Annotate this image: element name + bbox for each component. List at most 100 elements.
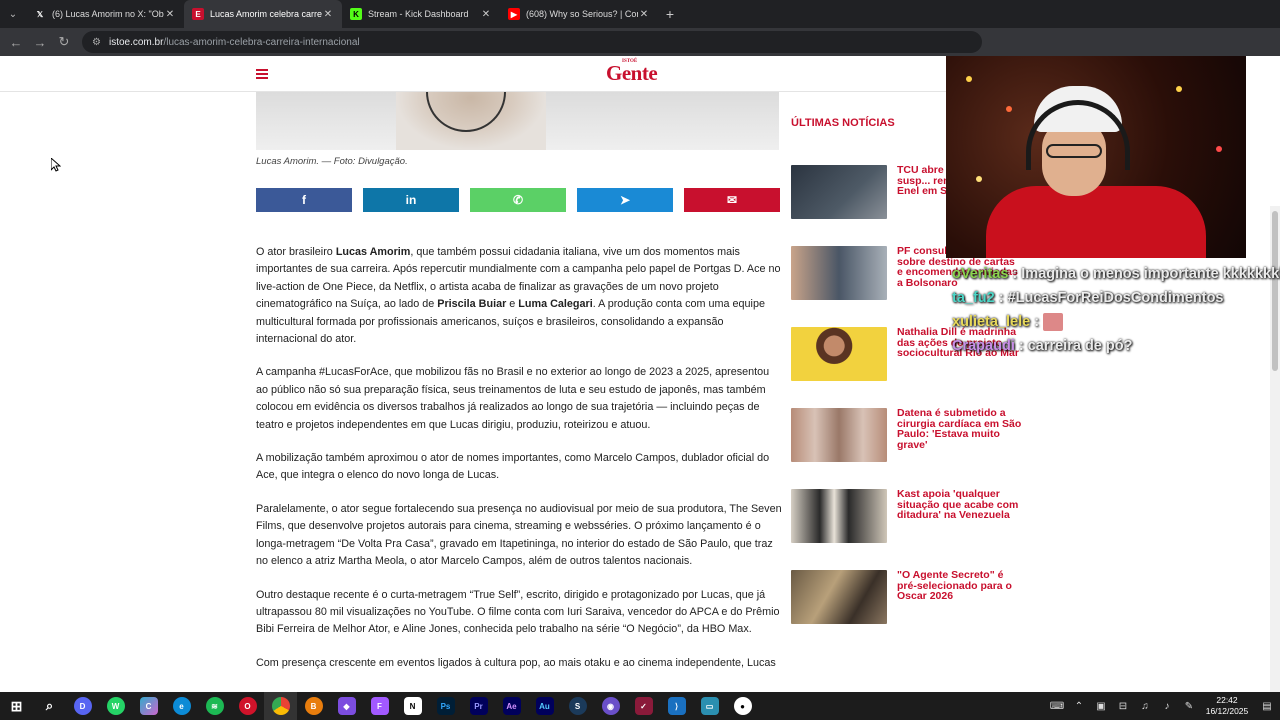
tab-title: (6) Lucas Amorim no X: "Obrig <box>52 9 164 19</box>
decor-light <box>966 76 972 82</box>
share-telegram-button[interactable]: ➤ <box>577 188 673 212</box>
blender-icon[interactable]: B <box>297 692 330 720</box>
steam-icon[interactable]: S <box>561 692 594 720</box>
kick-icon: K <box>350 8 362 20</box>
chevron-up-icon[interactable]: ⌃ <box>1068 701 1090 712</box>
chat-user: Crapaudi <box>952 338 1015 354</box>
network-icon[interactable]: ⊟ <box>1112 701 1134 712</box>
edge-icon[interactable]: e <box>165 692 198 720</box>
paragraph: Outro destaque recente é o curta-metrage… <box>256 588 780 636</box>
logo-small: ISTOÉ <box>622 59 638 64</box>
forward-icon[interactable]: → <box>28 35 52 50</box>
chat-message: oVeritas: Imagina o menos importante kkk… <box>952 262 1280 286</box>
close-icon[interactable]: ✕ <box>480 9 492 20</box>
web-page: ISTOÉ Gente Lucas Amorim. — Foto: Divulga… <box>0 56 1280 692</box>
files-icon[interactable]: ▭ <box>693 692 726 720</box>
tab-kick[interactable]: K Stream - Kick Dashboard ✕ <box>342 0 500 28</box>
link-priscila-buiar[interactable]: Priscila Buiar <box>437 298 506 310</box>
photo-caption: Lucas Amorim. — Foto: Divulgação. <box>256 156 408 167</box>
paragraph: Com presença crescente em eventos ligado… <box>256 656 776 669</box>
tab-title: Lucas Amorim celebra carreira i <box>210 9 322 19</box>
site-logo[interactable]: ISTOÉ Gente <box>606 59 658 86</box>
obs-icon[interactable]: ◉ <box>594 692 627 720</box>
obsidian-icon[interactable]: ◆ <box>330 692 363 720</box>
vscode-icon[interactable]: ⟩ <box>660 692 693 720</box>
decor-light <box>1216 146 1222 152</box>
copilot-icon[interactable]: C <box>132 692 165 720</box>
github-icon[interactable]: ● <box>726 692 759 720</box>
system-tray: ⌨ ⌃ ▣ ⊟ ♫ ♪ ✎ 22:42 16/12/2025 ▤ <box>1046 692 1280 720</box>
site-info-icon[interactable]: ⚙ <box>92 37 101 48</box>
notification-icon[interactable]: ▤ <box>1254 701 1280 712</box>
share-email-button[interactable]: ✉ <box>684 188 780 212</box>
emote-icon <box>1043 313 1064 332</box>
paragraph: O ator brasileiro Lucas Amorim, que tamb… <box>256 246 781 346</box>
news-thumbnail[interactable] <box>791 246 887 300</box>
notion-icon[interactable]: N <box>396 692 429 720</box>
news-headline[interactable]: Datena é submetido a cirurgia cardíaca e… <box>897 408 1022 450</box>
back-icon[interactable]: ← <box>4 35 28 50</box>
keyboard-icon[interactable]: ⌨ <box>1046 701 1068 712</box>
whatsapp-icon: ✆ <box>512 193 524 207</box>
tab-search-chevron-icon[interactable]: ⌄ <box>0 0 26 28</box>
close-icon[interactable]: ✕ <box>164 9 176 20</box>
news-thumbnail[interactable] <box>791 327 887 381</box>
webcam-overlay <box>946 56 1246 258</box>
news-item[interactable]: Datena é submetido a cirurgia cardíaca e… <box>791 408 1031 464</box>
tray-app-icon[interactable]: ▣ <box>1090 701 1112 712</box>
link-luma-calegari[interactable]: Luma Calegari <box>518 298 592 310</box>
clock[interactable]: 22:42 16/12/2025 <box>1200 695 1254 717</box>
news-headline[interactable]: "O Agente Secreto" é pré-selecionado par… <box>897 570 1022 602</box>
premiere-icon[interactable]: Pr <box>462 692 495 720</box>
whatsapp-icon[interactable]: W <box>99 692 132 720</box>
search-icon[interactable]: ⌕ <box>33 692 66 720</box>
audition-icon[interactable]: Au <box>528 692 561 720</box>
news-item[interactable]: "O Agente Secreto" é pré-selecionado par… <box>791 570 1031 626</box>
reload-icon[interactable]: ↻ <box>52 34 76 50</box>
url-host: istoe.com.br <box>108 36 164 48</box>
facebook-icon: f <box>302 193 306 207</box>
paragraph: Paralelamente, o ator segue fortalecendo… <box>256 502 782 568</box>
chat-text: : Imagina o menos importante kkkkkkkk <box>1012 266 1280 282</box>
windows-start-icon[interactable]: ⊞ <box>0 692 33 720</box>
link-lucas-amorim[interactable]: Lucas Amorim <box>336 246 411 258</box>
tab-istoe[interactable]: E Lucas Amorim celebra carreira i ✕ <box>184 0 342 28</box>
menu-icon[interactable] <box>256 69 268 79</box>
chat-text: : carreira de pó? <box>1018 338 1133 354</box>
close-icon[interactable]: ✕ <box>322 9 334 20</box>
tab-title: Stream - Kick Dashboard <box>368 9 469 19</box>
news-headline[interactable]: Kast apoia 'qualquer situação que acabe … <box>897 489 1022 521</box>
tab-youtube[interactable]: ▶ (608) Why so Serious? | Coringa ✕ <box>500 0 658 28</box>
chat-message: Crapaudi: carreira de pó? <box>952 334 1272 358</box>
figma-icon[interactable]: F <box>363 692 396 720</box>
pen-icon[interactable]: ✎ <box>1178 701 1200 712</box>
capcut-icon[interactable]: ✓ <box>627 692 660 720</box>
linkedin-icon: in <box>405 193 417 207</box>
discord-icon[interactable]: D <box>66 692 99 720</box>
after-effects-icon[interactable]: Ae <box>495 692 528 720</box>
opera-icon[interactable]: O <box>231 692 264 720</box>
paragraph: A mobilização também aproximou o ator de… <box>256 452 770 482</box>
chrome-icon[interactable] <box>264 692 297 720</box>
news-thumbnail[interactable] <box>791 570 887 624</box>
news-thumbnail[interactable] <box>791 489 887 543</box>
decor-light <box>976 176 982 182</box>
spotify-icon[interactable]: ≋ <box>198 692 231 720</box>
news-thumbnail[interactable] <box>791 165 887 219</box>
share-linkedin-button[interactable]: in <box>363 188 459 212</box>
news-thumbnail[interactable] <box>791 408 887 462</box>
new-tab-button[interactable]: + <box>658 6 682 22</box>
volume-icon[interactable]: ♪ <box>1156 701 1178 712</box>
tab-x[interactable]: 𝕏 (6) Lucas Amorim no X: "Obrig ✕ <box>26 0 184 28</box>
scrollbar-thumb[interactable] <box>1272 211 1278 371</box>
url-input[interactable]: ⚙ istoe.com.br/lucas-amorim-celebra-carr… <box>82 31 982 53</box>
close-icon[interactable]: ✕ <box>638 9 650 20</box>
share-whatsapp-button[interactable]: ✆ <box>470 188 566 212</box>
photoshop-icon[interactable]: Ps <box>429 692 462 720</box>
news-item[interactable]: Kast apoia 'qualquer situação que acabe … <box>791 489 1031 545</box>
site-header: ISTOÉ Gente <box>0 56 946 92</box>
taskbar: ⊞ ⌕ D W C e ≋ O B ◆ F N Ps Pr Ae Au S ◉ … <box>0 692 1280 720</box>
decor-light <box>1176 86 1182 92</box>
microphone-icon[interactable]: ♫ <box>1134 701 1156 712</box>
share-facebook-button[interactable]: f <box>256 188 352 212</box>
